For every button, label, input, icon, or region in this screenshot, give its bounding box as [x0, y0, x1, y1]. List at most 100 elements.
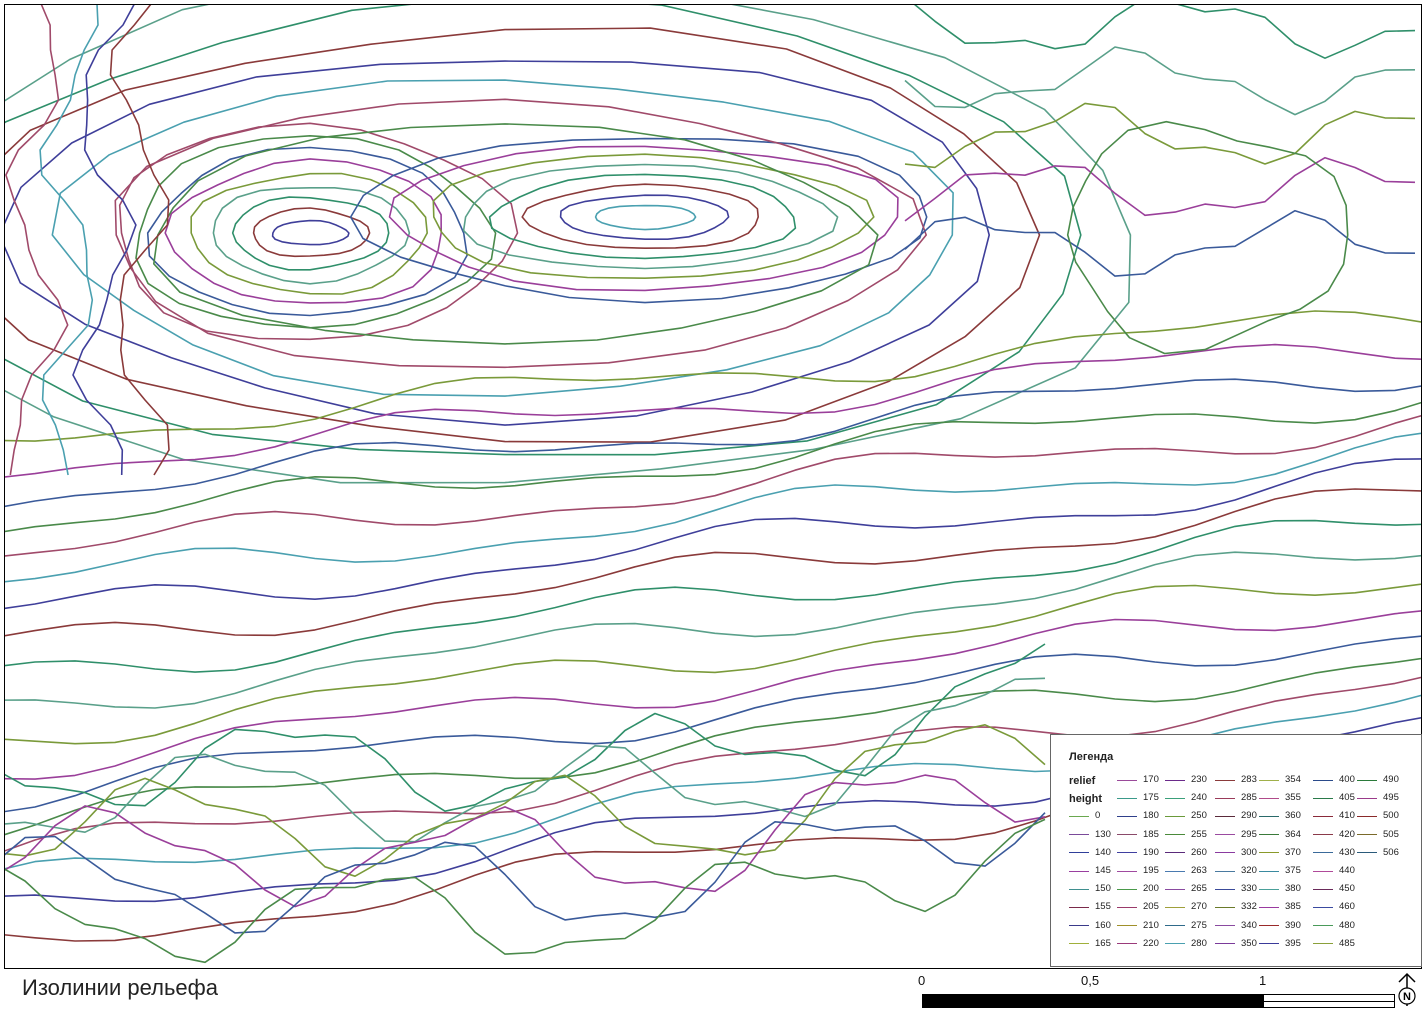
legend-item-label: 506 — [1383, 846, 1399, 858]
north-arrow-letter: N — [1403, 991, 1411, 1003]
legend-item-label: 155 — [1095, 901, 1111, 913]
contour-line-peak-west — [118, 122, 519, 341]
contour-line-slope — [5, 519, 1421, 673]
legend-swatch — [1069, 834, 1089, 836]
legend-swatch — [1313, 834, 1333, 836]
legend-field-name: height — [1069, 793, 1102, 805]
legend-item: 285 — [1215, 791, 1257, 805]
legend-item: 205 — [1117, 900, 1159, 914]
legend-item: 230 — [1165, 773, 1207, 787]
contour-line-peak-east — [462, 163, 839, 270]
contour-line-slope — [5, 378, 1421, 508]
legend-item-label: 290 — [1241, 810, 1257, 822]
legend-item-label: 140 — [1095, 846, 1111, 858]
legend-swatch — [1215, 852, 1235, 854]
legend-item-label: 485 — [1339, 937, 1355, 949]
legend-swatch — [1117, 834, 1137, 836]
legend-swatch — [1259, 925, 1279, 927]
legend-item-label: 505 — [1383, 828, 1399, 840]
contour-line-north-east — [904, 46, 1416, 116]
legend-item: 390 — [1259, 919, 1301, 933]
legend-item-label: 410 — [1339, 810, 1355, 822]
legend-swatch — [1215, 870, 1235, 872]
legend-item: 395 — [1259, 937, 1301, 951]
legend-item: 405 — [1313, 791, 1355, 805]
legend-item: 263 — [1165, 864, 1207, 878]
legend-swatch — [1117, 925, 1137, 927]
legend-swatch — [1069, 815, 1089, 817]
legend-item: 180 — [1117, 809, 1159, 823]
legend-item: 330 — [1215, 882, 1257, 896]
legend-swatch — [1259, 906, 1279, 908]
legend-item: 410 — [1313, 809, 1355, 823]
legend-item-label: 285 — [1241, 792, 1257, 804]
legend-swatch — [1313, 906, 1333, 908]
legend-item: 495 — [1357, 791, 1399, 805]
legend-swatch — [1165, 943, 1185, 945]
legend-item-label: 490 — [1383, 774, 1399, 785]
legend-item: 450 — [1313, 882, 1355, 896]
legend-item: 485 — [1313, 937, 1355, 951]
legend-item: 360 — [1259, 809, 1301, 823]
legend-item-label: 430 — [1339, 846, 1355, 858]
legend-item-label: 395 — [1285, 937, 1301, 949]
legend-swatch — [1165, 779, 1185, 781]
legend-swatch — [1069, 906, 1089, 908]
legend-item: 385 — [1259, 900, 1301, 914]
scale-label-0: 0 — [918, 973, 926, 988]
legend-item-label: 185 — [1143, 828, 1159, 840]
legend-swatch — [1165, 797, 1185, 799]
legend-item-label: 495 — [1383, 792, 1399, 804]
contour-line-peak-west — [190, 172, 429, 295]
legend-item-label: 332 — [1241, 901, 1257, 913]
legend-item-label: 320 — [1241, 865, 1257, 876]
legend-item-label: 220 — [1143, 937, 1159, 949]
legend-item-label: 450 — [1339, 883, 1355, 895]
legend-swatch — [1357, 815, 1377, 817]
legend-swatch — [1165, 870, 1185, 872]
legend-item-label: 385 — [1285, 901, 1301, 913]
legend-title: Легенда — [1069, 751, 1114, 763]
legend-item: 0 — [1069, 809, 1100, 823]
legend-item: 165 — [1069, 937, 1111, 951]
scale-label-1: 1 — [1259, 973, 1267, 988]
legend-item: 300 — [1215, 846, 1257, 860]
contour-line-ridge — [114, 98, 928, 369]
legend-item: 155 — [1069, 900, 1111, 914]
legend-item-label: 255 — [1191, 828, 1207, 840]
legend-item: 290 — [1215, 809, 1257, 823]
legend-swatch — [1117, 943, 1137, 945]
legend-swatch — [1069, 852, 1089, 854]
legend-item: 295 — [1215, 828, 1257, 842]
legend-item: 185 — [1117, 828, 1159, 842]
contour-line-peak-east — [559, 194, 730, 240]
map-title: Изолинии рельефа — [22, 975, 218, 1000]
legend-swatch — [1313, 779, 1333, 781]
legend-item: 350 — [1215, 937, 1257, 951]
legend-item-label: 0 — [1095, 810, 1101, 822]
legend-item-label: 210 — [1143, 919, 1159, 931]
legend-swatch — [1165, 906, 1185, 908]
legend-item: 170 — [1117, 773, 1159, 787]
legend-swatch — [1215, 925, 1235, 927]
legend-item-label: 340 — [1241, 919, 1257, 931]
legend-item: 265 — [1165, 882, 1207, 896]
legend-swatch — [1357, 779, 1377, 781]
contour-line-peak-east — [488, 173, 797, 260]
legend-swatch — [1069, 888, 1089, 890]
legend-swatch — [1215, 906, 1235, 908]
legend-item: 500 — [1357, 809, 1399, 823]
legend-item-label: 260 — [1191, 846, 1207, 858]
legend-swatch — [1259, 852, 1279, 854]
north-arrow-icon: N — [1398, 972, 1416, 1006]
legend-item: 320 — [1215, 864, 1257, 878]
legend-swatch — [1259, 870, 1279, 872]
legend-swatch — [1117, 797, 1137, 799]
contour-line-north-east — [914, 5, 1416, 60]
legend-item: 370 — [1259, 846, 1301, 860]
legend-item: 354 — [1259, 773, 1301, 787]
legend-item-label: 460 — [1339, 901, 1355, 913]
legend-item-label: 480 — [1339, 919, 1355, 931]
legend-item-label: 145 — [1095, 865, 1111, 876]
contour-line-slope — [5, 551, 1421, 709]
